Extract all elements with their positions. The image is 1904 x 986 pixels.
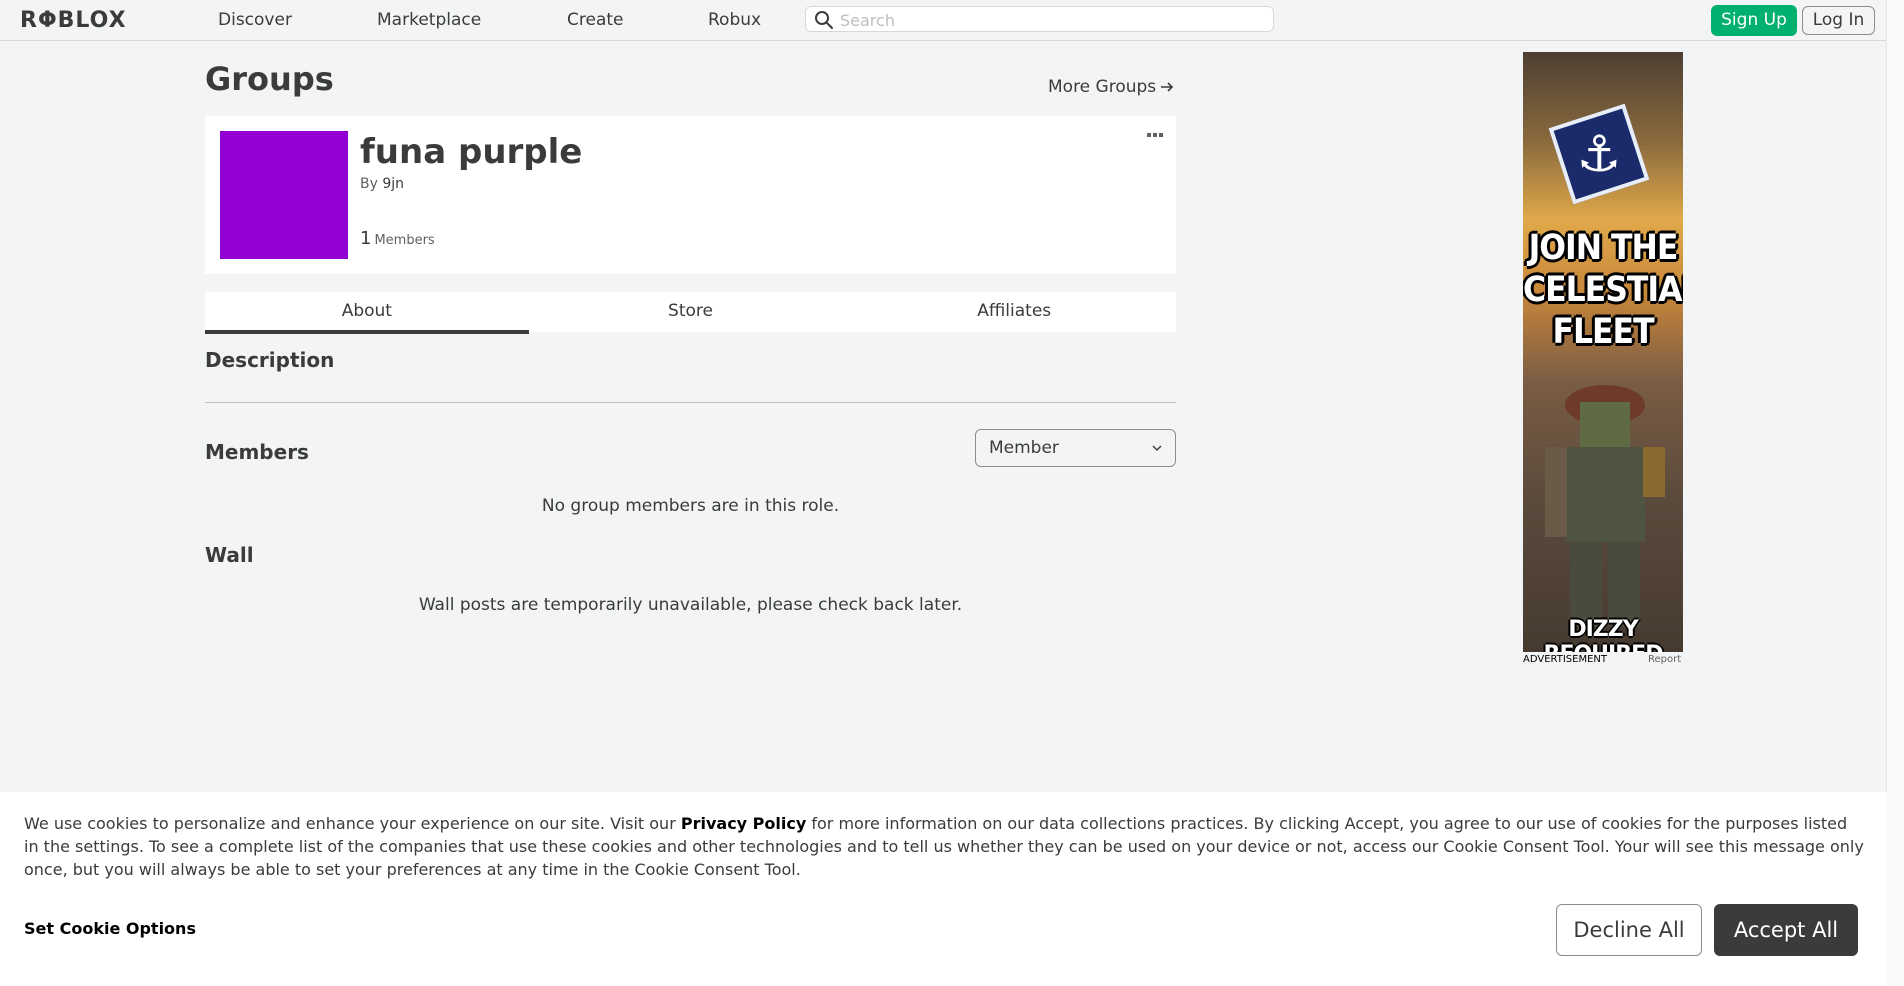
wall-unavailable-message: Wall posts are temporarily unavailable, … xyxy=(418,595,963,615)
ad-headline: JOIN THE CELESTIAL FLEET xyxy=(1523,228,1683,352)
members-empty-message: No group members are in this role. xyxy=(541,496,840,516)
more-options-icon[interactable] xyxy=(1146,131,1164,139)
search-box xyxy=(805,6,1274,33)
ad-footer-text: DIZZY REQUIRED xyxy=(1544,617,1664,652)
privacy-policy-link[interactable]: Privacy Policy xyxy=(681,814,806,833)
more-groups-link[interactable]: More Groups xyxy=(1048,77,1174,97)
page-scrollbar[interactable] xyxy=(1886,0,1904,986)
chevron-down-icon xyxy=(1152,445,1162,451)
role-dropdown-value: Member xyxy=(989,438,1059,458)
section-divider xyxy=(205,402,1176,403)
tab-affiliates[interactable]: Affiliates xyxy=(852,292,1176,332)
group-tabs: About Store Affiliates xyxy=(205,292,1176,334)
anchor-emblem: ⚓ xyxy=(1548,103,1650,205)
nav-marketplace[interactable]: Marketplace xyxy=(377,10,481,30)
log-in-button[interactable]: Log In xyxy=(1802,6,1875,35)
group-emblem xyxy=(220,131,348,259)
group-member-count: 1 Members xyxy=(360,228,435,249)
wall-heading: Wall xyxy=(205,543,254,567)
accept-all-button[interactable]: Accept All xyxy=(1714,904,1858,956)
owner-prefix: By xyxy=(360,176,378,192)
member-count-value: 1 xyxy=(360,228,372,249)
more-groups-label: More Groups xyxy=(1048,77,1157,97)
cookie-message: We use cookies to personalize and enhanc… xyxy=(24,812,1864,881)
cookie-consent-banner: We use cookies to personalize and enhanc… xyxy=(0,792,1887,986)
tab-store[interactable]: Store xyxy=(529,292,853,332)
owner-link[interactable]: 9jn xyxy=(382,176,404,192)
cookie-text-before: We use cookies to personalize and enhanc… xyxy=(24,814,681,833)
advertisement-label: ADVERTISEMENT xyxy=(1523,654,1608,665)
nav-create[interactable]: Create xyxy=(567,10,624,30)
arrow-right-icon xyxy=(1161,82,1174,92)
search-input[interactable] xyxy=(838,7,1262,33)
role-dropdown[interactable]: Member xyxy=(975,429,1176,467)
member-count-label: Members xyxy=(374,233,435,248)
nav-robux[interactable]: Robux xyxy=(708,10,761,30)
report-ad-link[interactable]: Report xyxy=(1648,654,1681,665)
soldier-avatar-image xyxy=(1545,385,1665,627)
members-heading: Members xyxy=(205,440,309,464)
nav-discover[interactable]: Discover xyxy=(218,10,292,30)
group-name: funa purple xyxy=(360,132,583,172)
search-icon xyxy=(815,11,833,29)
tab-about[interactable]: About xyxy=(205,292,529,334)
group-header-card: funa purple By 9jn 1 Members xyxy=(205,116,1176,274)
advertisement-banner[interactable]: ⚓ JOIN THE CELESTIAL FLEET DIZZY REQUIRE… xyxy=(1523,52,1683,652)
anchor-icon: ⚓ xyxy=(1576,125,1622,183)
set-cookie-options-link[interactable]: Set Cookie Options xyxy=(24,919,196,938)
sign-up-button[interactable]: Sign Up xyxy=(1711,5,1797,36)
top-navigation-bar: RΦBLOX Discover Marketplace Create Robux… xyxy=(0,0,1887,41)
decline-all-button[interactable]: Decline All xyxy=(1556,904,1702,956)
roblox-logo[interactable]: RΦBLOX xyxy=(20,8,127,33)
group-owner: By 9jn xyxy=(360,176,404,192)
description-heading: Description xyxy=(205,348,335,372)
page-title: Groups xyxy=(205,60,334,98)
